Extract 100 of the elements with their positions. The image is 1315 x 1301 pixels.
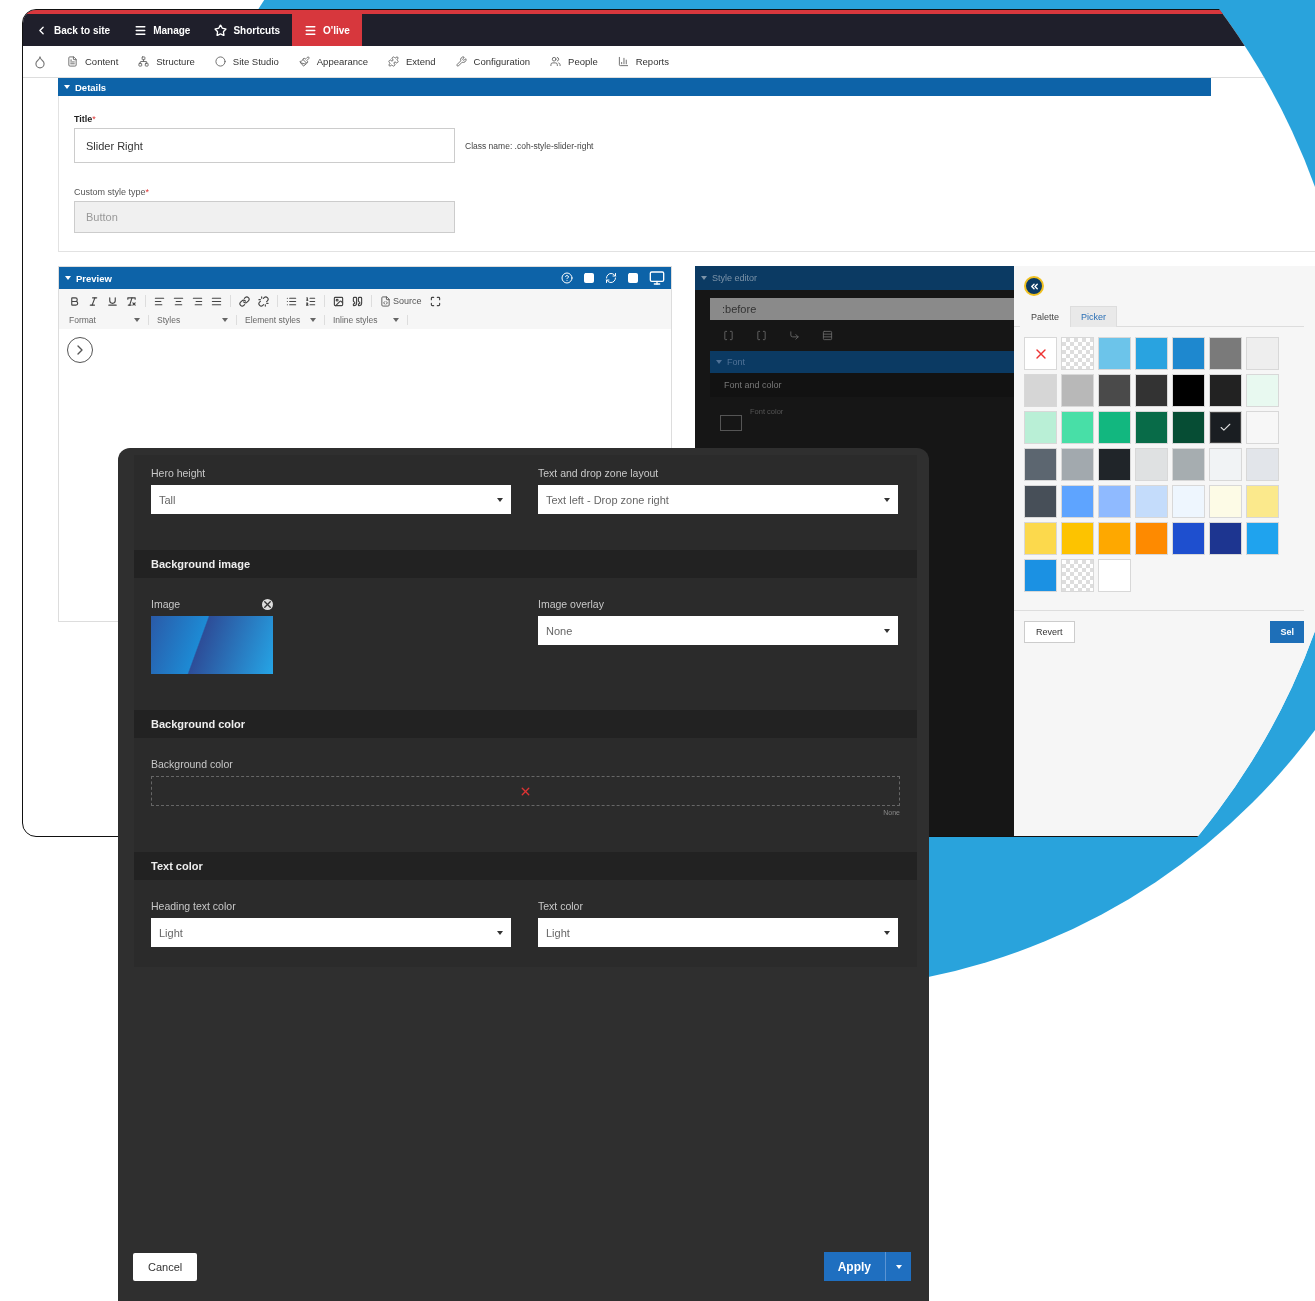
maximize-icon[interactable] bbox=[429, 295, 441, 307]
numbered-list-icon[interactable] bbox=[305, 295, 316, 307]
color-swatch[interactable] bbox=[1135, 448, 1168, 481]
align-center-icon[interactable] bbox=[173, 295, 184, 307]
color-swatch[interactable] bbox=[1246, 485, 1279, 518]
color-swatch[interactable] bbox=[1061, 374, 1094, 407]
color-swatch[interactable] bbox=[1098, 559, 1131, 592]
image-icon[interactable] bbox=[333, 295, 344, 307]
color-swatch[interactable] bbox=[1098, 448, 1131, 481]
align-left-icon[interactable] bbox=[154, 295, 165, 307]
bold-icon[interactable] bbox=[69, 295, 80, 307]
color-swatch[interactable] bbox=[1135, 374, 1168, 407]
color-swatch[interactable] bbox=[1061, 485, 1094, 518]
format-dropdown[interactable]: Inline styles bbox=[333, 315, 408, 325]
unlink-icon[interactable] bbox=[258, 295, 269, 307]
color-swatch[interactable] bbox=[1135, 411, 1168, 444]
details-header[interactable]: Details bbox=[58, 78, 1211, 96]
color-swatch[interactable] bbox=[1246, 522, 1279, 555]
color-swatch[interactable] bbox=[1209, 411, 1242, 444]
revert-button[interactable]: Revert bbox=[1024, 621, 1075, 643]
color-swatch[interactable] bbox=[1135, 485, 1168, 518]
format-dropdown[interactable]: Format bbox=[69, 315, 149, 325]
color-swatch[interactable] bbox=[1246, 448, 1279, 481]
color-swatch[interactable] bbox=[1024, 522, 1057, 555]
color-swatch[interactable] bbox=[1098, 485, 1131, 518]
format-dropdown[interactable]: Styles bbox=[157, 315, 237, 325]
toolbar-link[interactable]: Shortcuts bbox=[202, 14, 293, 46]
arrow-icon[interactable] bbox=[789, 330, 800, 341]
toolbar-link[interactable]: O'live bbox=[292, 14, 362, 46]
color-swatch[interactable] bbox=[1209, 522, 1242, 555]
quote-icon[interactable] bbox=[352, 295, 363, 307]
clear-format-icon[interactable] bbox=[126, 295, 137, 307]
help-icon[interactable] bbox=[561, 272, 573, 284]
select-field[interactable]: Light bbox=[151, 918, 511, 947]
selector-field[interactable]: :before bbox=[710, 298, 1014, 320]
underline-icon[interactable] bbox=[107, 295, 118, 307]
select-field[interactable]: Light bbox=[538, 918, 898, 947]
color-swatch[interactable] bbox=[1172, 522, 1205, 555]
color-swatch[interactable] bbox=[1209, 374, 1242, 407]
color-swatch[interactable] bbox=[1098, 374, 1131, 407]
no-color-swatch[interactable] bbox=[1024, 337, 1057, 370]
drop-logo-icon[interactable] bbox=[33, 54, 47, 69]
color-swatch[interactable] bbox=[1061, 522, 1094, 555]
remove-icon[interactable] bbox=[262, 598, 273, 610]
color-swatch[interactable] bbox=[1024, 411, 1057, 444]
color-swatch[interactable] bbox=[1024, 559, 1057, 592]
refresh-icon[interactable] bbox=[605, 272, 617, 284]
color-swatch[interactable] bbox=[1098, 337, 1131, 370]
format-dropdown[interactable]: Element styles bbox=[245, 315, 325, 325]
color-swatch[interactable] bbox=[1172, 374, 1205, 407]
admin-menu-item[interactable]: Appearance bbox=[298, 56, 368, 67]
color-swatch[interactable] bbox=[1246, 374, 1279, 407]
dropdown-caret-button[interactable] bbox=[885, 1252, 911, 1281]
admin-menu-item[interactable]: Reports bbox=[617, 56, 669, 67]
source-button[interactable]: Source bbox=[380, 295, 422, 307]
color-swatch[interactable] bbox=[1209, 448, 1242, 481]
color-swatch[interactable] bbox=[1246, 411, 1279, 444]
color-swatch[interactable] bbox=[1061, 411, 1094, 444]
admin-menu-item[interactable]: People bbox=[550, 56, 598, 67]
square-icon[interactable] bbox=[627, 272, 639, 284]
color-swatch[interactable] bbox=[1024, 485, 1057, 518]
select-field[interactable]: Text left - Drop zone right bbox=[538, 485, 898, 514]
color-swatch[interactable] bbox=[1209, 337, 1242, 370]
color-field[interactable] bbox=[151, 776, 900, 806]
monitor-icon[interactable] bbox=[649, 270, 665, 286]
admin-menu-item[interactable]: Configuration bbox=[455, 56, 531, 67]
color-swatch[interactable] bbox=[1209, 485, 1242, 518]
color-swatch[interactable] bbox=[1024, 374, 1057, 407]
admin-menu-item[interactable]: Extend bbox=[388, 56, 436, 67]
apply-button[interactable]: Apply bbox=[823, 1252, 885, 1281]
color-swatch[interactable] bbox=[1172, 411, 1205, 444]
title-field[interactable]: Slider Right bbox=[74, 128, 455, 163]
cancel-button[interactable]: Cancel bbox=[133, 1252, 198, 1281]
toolbar-link[interactable]: Back to site bbox=[23, 14, 123, 46]
color-swatch[interactable] bbox=[1172, 448, 1205, 481]
color-swatch[interactable] bbox=[1172, 485, 1205, 518]
image-thumbnail[interactable] bbox=[151, 616, 273, 674]
brackets-icon[interactable] bbox=[756, 330, 767, 341]
select-button[interactable]: Sel bbox=[1270, 621, 1304, 643]
color-swatch[interactable] bbox=[1098, 522, 1131, 555]
color-swatch[interactable] bbox=[1172, 337, 1205, 370]
align-justify-icon[interactable] bbox=[211, 295, 222, 307]
select-field[interactable]: Tall bbox=[151, 485, 511, 514]
color-swatch[interactable] bbox=[1246, 337, 1279, 370]
italic-icon[interactable] bbox=[88, 295, 99, 307]
bulleted-list-icon[interactable] bbox=[286, 295, 297, 307]
brackets-icon[interactable] bbox=[723, 330, 734, 341]
align-right-icon[interactable] bbox=[192, 295, 203, 307]
transparent-swatch[interactable] bbox=[1061, 337, 1094, 370]
font-color-swatch[interactable] bbox=[720, 415, 742, 431]
list-icon[interactable] bbox=[822, 330, 833, 341]
back-button[interactable] bbox=[1024, 276, 1044, 296]
color-swatch[interactable] bbox=[1098, 411, 1131, 444]
color-swatch[interactable] bbox=[1135, 337, 1168, 370]
color-swatch[interactable] bbox=[1135, 522, 1168, 555]
admin-menu-item[interactable]: Site Studio bbox=[214, 56, 279, 67]
admin-menu-item[interactable]: Content bbox=[67, 56, 119, 67]
color-swatch[interactable] bbox=[1024, 448, 1057, 481]
transparent-swatch[interactable] bbox=[1061, 559, 1094, 592]
admin-menu-item[interactable]: Structure bbox=[138, 56, 195, 67]
